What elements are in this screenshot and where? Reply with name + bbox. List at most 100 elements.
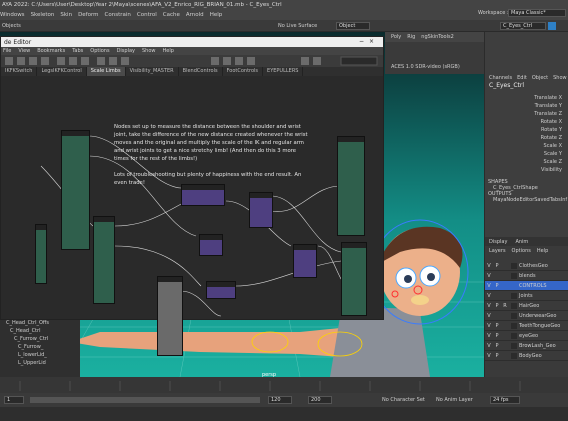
layer-playback-toggle[interactable]: P <box>493 343 501 349</box>
layer-row[interactable]: V Joints <box>485 291 568 301</box>
channel-menu-edit[interactable]: Edit <box>517 75 527 81</box>
ne-menu-bookmarks[interactable]: Bookmarks <box>37 48 65 54</box>
node-editor-tab[interactable]: BlendControls <box>179 67 223 76</box>
node-editor-window[interactable]: de Editor − × File View Bookmarks Tabs O… <box>0 36 384 356</box>
node-multiply-divide-a[interactable] <box>181 184 225 206</box>
graph-note[interactable]: Nodes set up to measure the distance bet… <box>114 123 309 187</box>
layer-playback-toggle[interactable]: P <box>493 353 501 359</box>
ne-menu-display[interactable]: Display <box>117 48 135 54</box>
layer-tab-anim[interactable]: Anim <box>515 239 528 245</box>
fps-select[interactable]: 24 fps <box>490 396 520 404</box>
ne-menu-view[interactable]: View <box>18 48 30 54</box>
layer-tab-display[interactable]: Display <box>489 239 507 245</box>
time-slider[interactable] <box>0 377 568 393</box>
outliner-item[interactable]: C_Head_Ctrl_Offs <box>0 320 80 328</box>
layer-reference-toggle[interactable]: R <box>501 303 509 309</box>
range-bar[interactable] <box>30 397 260 403</box>
node-wrist-joint[interactable] <box>341 242 367 316</box>
layer-color-swatch[interactable] <box>511 282 517 289</box>
channel-menu-channels[interactable]: Channels <box>489 75 512 81</box>
layer-row[interactable]: V P R HairGeo <box>485 301 568 311</box>
layer-playback-toggle[interactable]: P <box>493 323 501 329</box>
node-locator[interactable] <box>35 224 47 284</box>
node-editor-tab[interactable]: Scale Limbs <box>86 67 126 76</box>
channel-menu-object[interactable]: Object <box>532 75 548 81</box>
symmetry-select[interactable]: Object <box>336 22 370 30</box>
layer-row[interactable]: V P CONTROLS <box>485 281 568 291</box>
menu-skin[interactable]: Skin <box>60 12 72 18</box>
node-editor-tab[interactable]: FootControls <box>223 67 264 76</box>
search-field[interactable]: C_Eyes_Ctrl <box>500 22 546 30</box>
layer-visibility-toggle[interactable]: V <box>485 323 493 329</box>
menu-control[interactable]: Control <box>137 12 157 18</box>
attr-scale-z[interactable]: Scale Z <box>485 159 568 167</box>
layer-row[interactable]: V P TeethTongueGeo <box>485 321 568 331</box>
node-blend[interactable] <box>206 281 236 299</box>
live-surface-label[interactable]: No Live Surface <box>278 23 317 29</box>
layer-visibility-toggle[interactable]: V <box>485 353 493 359</box>
layer-playback-toggle[interactable]: P <box>493 263 501 269</box>
layer-color-swatch[interactable] <box>511 272 517 279</box>
node-distance-shoulder[interactable] <box>61 130 90 250</box>
layer-menu-options[interactable]: Options <box>512 248 531 254</box>
outliner-item[interactable]: L_UpperLid <box>0 360 80 368</box>
layer-visibility-toggle[interactable]: V <box>485 283 493 289</box>
channel-menu-show[interactable]: Show <box>553 75 567 81</box>
outliner-item[interactable]: C_Furrow_ <box>0 344 80 352</box>
start-frame-field[interactable]: 1 <box>4 396 24 404</box>
workspace-select[interactable]: Maya Classic* <box>508 9 566 17</box>
toolbar-icons[interactable] <box>1 55 383 67</box>
layer-color-swatch[interactable] <box>511 262 517 269</box>
node-plus-minus[interactable] <box>199 234 223 256</box>
node-editor-tab[interactable]: LegsIKFKControl <box>37 67 87 76</box>
search-icon[interactable] <box>548 22 556 30</box>
ne-menu-show[interactable]: Show <box>142 48 156 54</box>
layer-playback-toggle[interactable]: P <box>493 333 501 339</box>
layer-row[interactable]: V PeyeGeo <box>485 331 568 341</box>
node-distance-wrist[interactable] <box>93 216 115 304</box>
shelf-tab-rig[interactable]: Rig <box>407 34 415 40</box>
attr-translate-x[interactable]: Translate X <box>485 95 568 103</box>
command-line[interactable] <box>0 407 568 421</box>
menu-windows[interactable]: Windows <box>0 12 25 18</box>
outliner-item[interactable]: C_Head_Ctrl <box>0 328 80 336</box>
layer-color-swatch[interactable] <box>511 352 517 359</box>
node-original-distance[interactable] <box>157 276 183 356</box>
layer-menu-layers[interactable]: Layers <box>489 248 506 254</box>
close-icon[interactable]: × <box>369 38 377 45</box>
attr-rotate-z[interactable]: Rotate Z <box>485 135 568 143</box>
ne-menu-tabs[interactable]: Tabs <box>72 48 83 54</box>
objects-label[interactable]: Objects <box>2 23 21 29</box>
anim-end-field[interactable]: 120 <box>268 396 292 404</box>
layer-visibility-toggle[interactable]: V <box>485 273 493 279</box>
layer-color-swatch[interactable] <box>511 322 517 329</box>
layer-visibility-toggle[interactable]: V <box>485 293 493 299</box>
node-ik-joint[interactable] <box>337 136 365 236</box>
layer-visibility-toggle[interactable]: V <box>485 303 493 309</box>
ne-menu-options[interactable]: Options <box>90 48 109 54</box>
menu-skeleton[interactable]: Skeleton <box>31 12 55 18</box>
anim-layer-label[interactable]: No Anim Layer <box>436 397 473 403</box>
menu-help[interactable]: Help <box>210 12 223 18</box>
node-multiply-divide-b[interactable] <box>293 244 317 278</box>
character-set-label[interactable]: No Character Set <box>382 397 425 403</box>
node-editor-tab[interactable]: EYEPULLERS <box>263 67 304 76</box>
output-name[interactable]: MayaNodeEditorSavedTabsInf <box>485 197 568 203</box>
layer-row[interactable]: V P BodyGeo <box>485 351 568 361</box>
attr-scale-y[interactable]: Scale Y <box>485 151 568 159</box>
menu-deform[interactable]: Deform <box>78 12 98 18</box>
attr-translate-z[interactable]: Translate Z <box>485 111 568 119</box>
layer-visibility-toggle[interactable]: V <box>485 263 493 269</box>
node-condition[interactable] <box>249 192 273 228</box>
layer-playback-toggle[interactable]: P <box>493 303 501 309</box>
outliner-item[interactable]: L_lowerLid_ <box>0 352 80 360</box>
end-frame-field[interactable]: 200 <box>308 396 332 404</box>
layer-menu-help[interactable]: Help <box>537 248 548 254</box>
layer-row[interactable]: V UnderwearGeo <box>485 311 568 321</box>
layer-visibility-toggle[interactable]: V <box>485 343 493 349</box>
layer-row[interactable]: Vblends <box>485 271 568 281</box>
layer-color-swatch[interactable] <box>511 342 517 349</box>
shelf-tab-poly[interactable]: Poly <box>391 34 401 40</box>
menu-arnold[interactable]: Arnold <box>186 12 204 18</box>
attr-scale-x[interactable]: Scale X <box>485 143 568 151</box>
